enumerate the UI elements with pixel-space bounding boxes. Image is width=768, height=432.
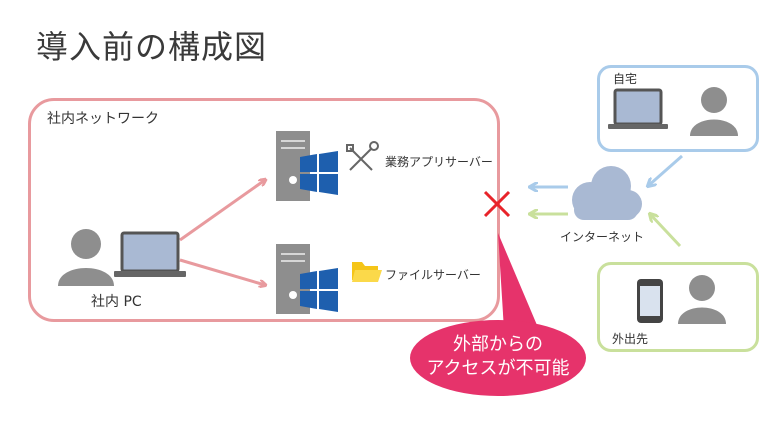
internal-person-icon — [58, 229, 114, 286]
callout-line-2: アクセスが不可能 — [426, 358, 570, 379]
mobile-to-internet-arrow — [650, 214, 682, 248]
callout-text: 外部からの アクセスが不可能 — [408, 333, 588, 381]
internal-network-label: 社内ネットワーク — [47, 111, 159, 127]
smartphone-icon — [637, 279, 663, 323]
cloud-icon — [572, 166, 642, 220]
pc-to-file-server-arrow — [179, 258, 265, 285]
blocked-x-icon — [483, 190, 511, 218]
home-person-icon — [690, 87, 738, 136]
file-server-label: ファイルサーバー — [385, 268, 481, 282]
mobile-label: 外出先 — [612, 332, 649, 346]
home-label: 自宅 — [613, 72, 638, 86]
internal-laptop-icon — [114, 231, 186, 277]
folder-icon — [352, 262, 382, 282]
internal-pc-label: 社内 PC — [91, 294, 142, 310]
diagram-graphics — [58, 87, 738, 396]
mobile-person-icon — [678, 275, 726, 324]
home-laptop-icon — [608, 88, 668, 129]
internet-label: インターネット — [560, 230, 645, 244]
pc-to-app-server-arrow — [179, 180, 265, 242]
home-to-internet-arrow — [648, 154, 683, 186]
app-server-label: 業務アプリサーバー — [385, 155, 493, 169]
callout-line-1: 外部からの — [453, 334, 543, 355]
tools-icon — [346, 141, 379, 171]
